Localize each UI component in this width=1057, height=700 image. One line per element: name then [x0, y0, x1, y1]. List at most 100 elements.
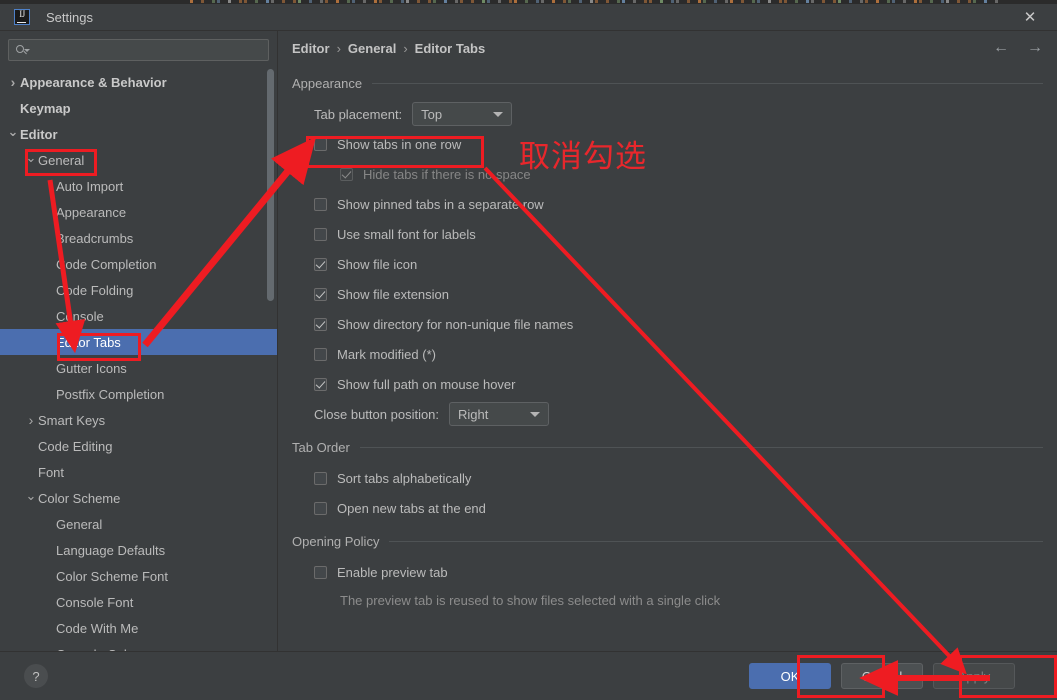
- checkbox-show-full-path-on-hover[interactable]: [314, 377, 327, 391]
- checkbox-enable-preview-tab[interactable]: [314, 565, 327, 579]
- background-tick: [892, 0, 895, 3]
- sidebar-item-postfix-completion[interactable]: Postfix Completion: [0, 381, 277, 407]
- background-tick: [293, 0, 296, 3]
- checkbox-show-tabs-in-one-row[interactable]: [314, 137, 327, 151]
- sidebar-item-editor-tabs[interactable]: Editor Tabs: [0, 329, 277, 355]
- checkbox-sort-tabs-alphabetically[interactable]: [314, 471, 327, 485]
- tab-placement-dropdown[interactable]: Top: [412, 102, 513, 126]
- chevron-down-icon[interactable]: [24, 154, 38, 167]
- preview-tab-hint: The preview tab is reused to show files …: [340, 592, 721, 608]
- sidebar-item-console-font[interactable]: Console Font: [0, 589, 277, 615]
- sidebar-scrollbar-thumb[interactable]: [267, 69, 274, 301]
- checkbox-show-file-extension[interactable]: [314, 287, 327, 301]
- sidebar-scrollbar-track[interactable]: [266, 67, 274, 651]
- sidebar-item-code-with-me[interactable]: Code With Me: [0, 615, 277, 641]
- chevron-right-icon[interactable]: [6, 75, 20, 89]
- dialog-title: Settings: [46, 9, 93, 25]
- setting-row-show-file-icon[interactable]: Show file icon: [292, 249, 1043, 279]
- search-wrapper: [0, 31, 277, 67]
- sidebar-item-smart-keys[interactable]: Smart Keys: [0, 407, 277, 433]
- setting-row-open-new-tabs-at-end[interactable]: Open new tabs at the end: [292, 493, 1043, 523]
- background-tick: [271, 0, 274, 3]
- sidebar-item-keymap[interactable]: Keymap: [0, 95, 277, 121]
- checkbox-mark-modified[interactable]: [314, 347, 327, 361]
- search-box[interactable]: [8, 39, 269, 61]
- sidebar-item-label: Keymap: [20, 100, 71, 116]
- background-tick: [833, 0, 836, 3]
- checkbox-open-new-tabs-at-end[interactable]: [314, 501, 327, 515]
- chevron-down-icon[interactable]: [24, 492, 38, 505]
- background-tick: [428, 0, 431, 3]
- settings-tree[interactable]: Appearance & Behavior Keymap Editor General…: [0, 67, 277, 651]
- setting-row-hide-tabs-if-no-space[interactable]: Hide tabs if there is no space: [292, 159, 1043, 189]
- breadcrumb-item-editor[interactable]: Editor: [292, 41, 330, 56]
- chevron-down-icon: [493, 111, 504, 117]
- background-tick: [363, 0, 366, 3]
- sidebar-item-appearance[interactable]: Appearance: [0, 199, 277, 225]
- checkbox-label: Use small font for labels: [337, 226, 476, 242]
- tab-placement-label: Tab placement:: [314, 106, 403, 122]
- checkbox-show-file-icon[interactable]: [314, 257, 327, 271]
- search-input[interactable]: [37, 43, 262, 57]
- background-tick: [860, 0, 863, 3]
- sidebar-item-console[interactable]: Console: [0, 303, 277, 329]
- breadcrumb-item-editor-tabs[interactable]: Editor Tabs: [415, 41, 486, 56]
- checkbox-label: Show tabs in one row: [337, 136, 462, 152]
- setting-row-sort-tabs-alphabetically[interactable]: Sort tabs alphabetically: [292, 463, 1043, 493]
- setting-row-show-directory-non-unique[interactable]: Show directory for non-unique file names: [292, 309, 1043, 339]
- sidebar-item-font[interactable]: Font: [0, 459, 277, 485]
- cancel-button[interactable]: Cancel: [841, 663, 923, 689]
- sidebar-item-appearance-behavior[interactable]: Appearance & Behavior: [0, 69, 277, 95]
- background-tick: [525, 0, 528, 3]
- checkbox-show-directory-non-unique[interactable]: [314, 317, 327, 331]
- apply-button[interactable]: Apply: [933, 663, 1015, 689]
- background-tick: [644, 0, 647, 3]
- sidebar-item-auto-import[interactable]: Auto Import: [0, 173, 277, 199]
- background-tick: [579, 0, 582, 3]
- background-tick: [838, 0, 841, 3]
- sidebar-item-editor[interactable]: Editor: [0, 121, 277, 147]
- checkbox-show-pinned-tabs-separate-row[interactable]: [314, 197, 327, 211]
- sidebar-item-label: Code Folding: [56, 282, 134, 298]
- background-tick: [757, 0, 760, 3]
- group-divider: [389, 540, 1043, 542]
- chevron-right-icon[interactable]: [24, 413, 38, 427]
- sidebar-item-label: Console Font: [56, 594, 134, 610]
- help-button[interactable]: ?: [24, 664, 48, 688]
- close-icon[interactable]: ✕: [1013, 4, 1047, 30]
- background-tick: [347, 0, 350, 3]
- checkbox-use-small-font-for-labels[interactable]: [314, 227, 327, 241]
- ok-button[interactable]: OK: [749, 663, 831, 689]
- sidebar-item-color-scheme-font[interactable]: Color Scheme Font: [0, 563, 277, 589]
- background-tick: [941, 0, 944, 3]
- sidebar-item-code-folding[interactable]: Code Folding: [0, 277, 277, 303]
- background-tick: [660, 0, 663, 3]
- sidebar-item-code-completion[interactable]: Code Completion: [0, 251, 277, 277]
- setting-row-show-file-extension[interactable]: Show file extension: [292, 279, 1043, 309]
- group-header-appearance: Appearance: [292, 75, 1043, 91]
- sidebar-item-breadcrumbs[interactable]: Breadcrumbs: [0, 225, 277, 251]
- setting-row-show-tabs-in-one-row[interactable]: Show tabs in one row: [292, 129, 1043, 159]
- sidebar-item-code-editing[interactable]: Code Editing: [0, 433, 277, 459]
- setting-row-enable-preview-tab[interactable]: Enable preview tab: [292, 557, 1043, 587]
- sidebar-item-console-colors[interactable]: Console Colors: [0, 641, 277, 652]
- sidebar-item-language-defaults[interactable]: Language Defaults: [0, 537, 277, 563]
- sidebar-item-color-scheme[interactable]: Color Scheme: [0, 485, 277, 511]
- sidebar-item-label: Font: [38, 464, 65, 480]
- footer-buttons: OK Cancel Apply: [749, 663, 1043, 689]
- chevron-down-icon[interactable]: [6, 128, 20, 141]
- sidebar-item-gutter-icons[interactable]: Gutter Icons: [0, 355, 277, 381]
- background-tick: [671, 0, 674, 3]
- background-tick: [865, 0, 868, 3]
- setting-row-mark-modified[interactable]: Mark modified (*): [292, 339, 1043, 369]
- setting-row-show-full-path-on-hover[interactable]: Show full path on mouse hover: [292, 369, 1043, 399]
- arrow-left-icon[interactable]: ←: [993, 40, 1009, 56]
- breadcrumb-item-general[interactable]: General: [348, 41, 396, 56]
- sidebar-item-general[interactable]: General: [0, 147, 277, 173]
- setting-row-use-small-font-for-labels[interactable]: Use small font for labels: [292, 219, 1043, 249]
- setting-row-show-pinned-tabs-separate-row[interactable]: Show pinned tabs in a separate row: [292, 189, 1043, 219]
- background-tick: [336, 0, 339, 3]
- arrow-right-icon[interactable]: →: [1027, 40, 1043, 56]
- sidebar-item-general[interactable]: General: [0, 511, 277, 537]
- close-button-position-dropdown[interactable]: Right: [449, 402, 550, 426]
